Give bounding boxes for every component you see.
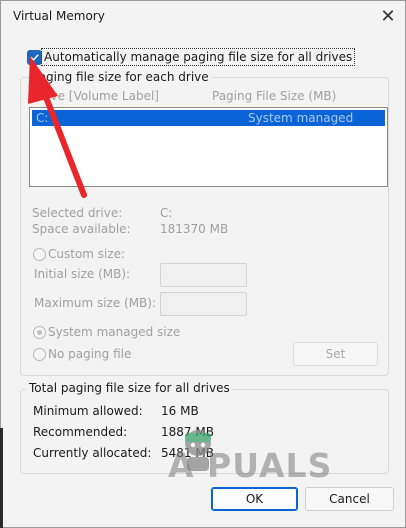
space-available-value: 181370 MB	[160, 222, 229, 236]
background-edge	[0, 428, 3, 528]
space-available-label: Space available:	[32, 222, 131, 236]
watermark-text: A PUALS	[168, 446, 333, 485]
column-size-header: Paging File Size (MB)	[212, 89, 337, 103]
auto-manage-checkbox[interactable]	[27, 50, 42, 65]
drive-cell: C:	[36, 111, 49, 125]
ok-button[interactable]: OK	[211, 487, 298, 511]
title-bar: Virtual Memory ✕	[1, 1, 405, 33]
initial-size-label: Initial size (MB):	[34, 267, 131, 281]
close-icon[interactable]: ✕	[375, 3, 401, 29]
column-drive-header: Drive [Volume Label]	[33, 89, 159, 103]
set-button[interactable]: Set	[293, 342, 378, 366]
min-allowed-label: Minimum allowed:	[33, 404, 143, 418]
custom-size-radio[interactable]	[33, 248, 46, 261]
paging-group-title: Paging file size for each drive	[29, 70, 212, 84]
auto-manage-label[interactable]: Automatically manage paging file size fo…	[41, 48, 356, 66]
window-title: Virtual Memory	[13, 9, 105, 23]
maximum-size-input[interactable]	[160, 292, 247, 316]
selected-drive-value: C:	[160, 206, 173, 220]
initial-size-input[interactable]	[160, 263, 247, 287]
min-allowed-value: 16 MB	[161, 404, 199, 418]
system-managed-label[interactable]: System managed size	[48, 325, 180, 339]
recommended-label: Recommended:	[33, 425, 128, 439]
system-managed-radio[interactable]	[33, 326, 46, 339]
no-paging-label[interactable]: No paging file	[48, 347, 131, 361]
cancel-button[interactable]: Cancel	[305, 487, 394, 511]
size-cell: System managed	[248, 111, 354, 125]
no-paging-radio[interactable]	[33, 348, 46, 361]
list-item[interactable]: C: System managed	[32, 110, 385, 126]
selected-drive-label: Selected drive:	[32, 206, 123, 220]
maximum-size-label: Maximum size (MB):	[34, 296, 157, 310]
drive-list[interactable]: C: System managed	[29, 107, 388, 187]
checkmark-icon	[30, 54, 39, 61]
currently-allocated-label: Currently allocated:	[33, 446, 152, 460]
custom-size-label[interactable]: Custom size:	[48, 247, 125, 261]
total-group-title: Total paging file size for all drives	[26, 381, 233, 395]
